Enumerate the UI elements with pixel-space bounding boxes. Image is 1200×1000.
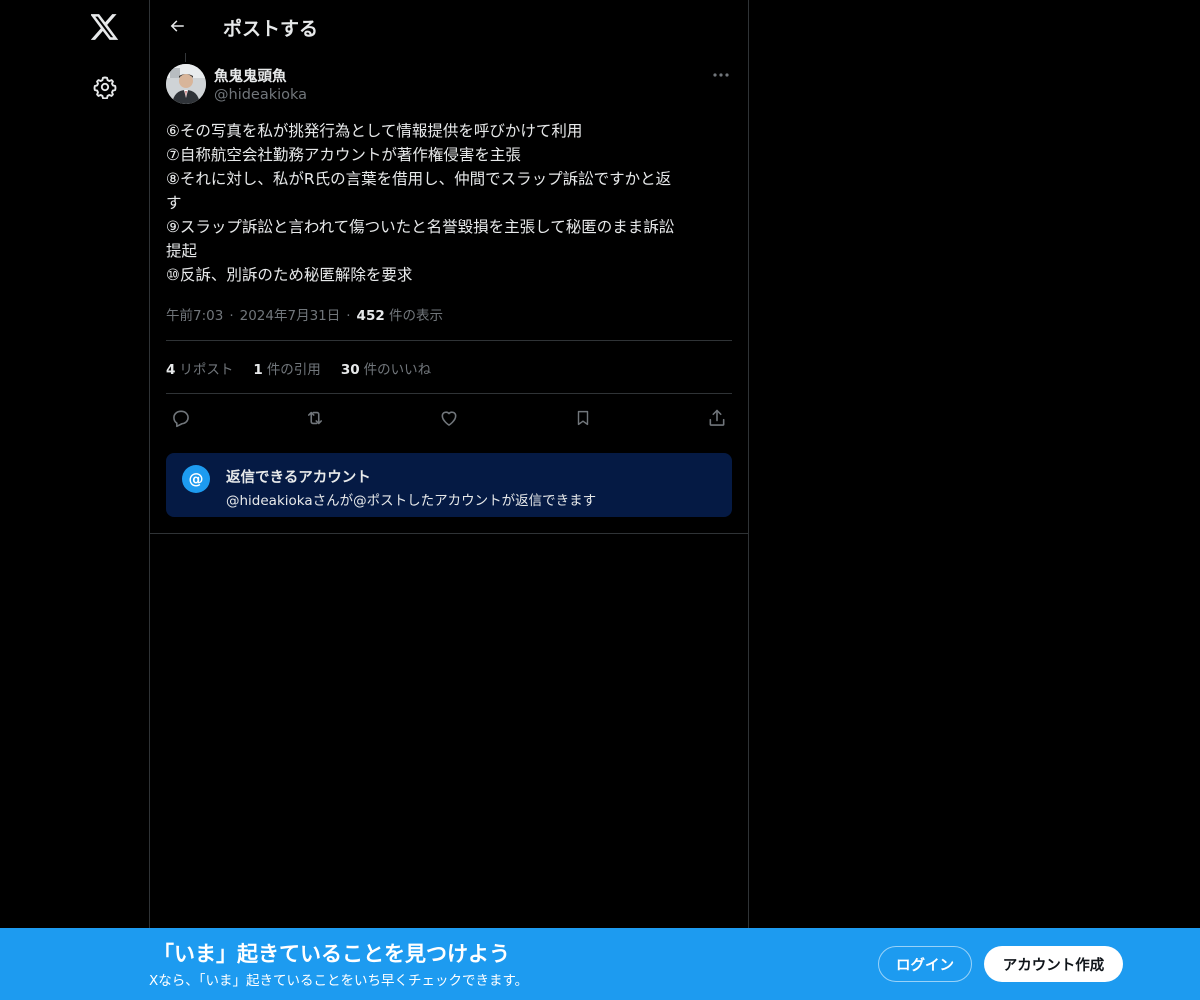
post-date[interactable]: 2024年7月31日 bbox=[240, 308, 341, 324]
quotes-stat[interactable]: 1 件の引用 bbox=[253, 358, 320, 378]
divider bbox=[166, 340, 732, 341]
bookmark-icon[interactable] bbox=[569, 404, 597, 432]
back-button[interactable] bbox=[160, 9, 194, 43]
banner-title: 「いま」起きていることを見つけよう bbox=[153, 942, 510, 966]
author-name[interactable]: 魚鬼鬼頭魚 bbox=[214, 65, 287, 86]
post-actions bbox=[166, 404, 732, 432]
divider bbox=[166, 393, 732, 394]
login-button[interactable]: ログイン bbox=[878, 946, 972, 982]
quotes-count: 1 bbox=[253, 362, 263, 378]
post-text-line: ⑧それに対し、私がR氏の言葉を借用し、仲間でスラップ訴訟ですかと返 bbox=[166, 170, 672, 188]
post-text-line: 提起 bbox=[166, 242, 198, 260]
create-account-button[interactable]: アカウント作成 bbox=[984, 946, 1123, 982]
signup-banner: 「いま」起きていることを見つけよう Xなら、「いま」起きていることをいち早くチェ… bbox=[0, 928, 1200, 1000]
post-text-line: ⑦自称航空会社勤務アカウントが著作権侵害を主張 bbox=[166, 146, 521, 164]
reposts-stat[interactable]: 4 リポスト bbox=[166, 358, 233, 378]
views-label: 件の表示 bbox=[389, 308, 444, 324]
share-icon[interactable] bbox=[703, 404, 731, 432]
page-title: ポストする bbox=[223, 18, 319, 40]
reply-icon[interactable] bbox=[167, 404, 195, 432]
gear-icon[interactable] bbox=[82, 64, 128, 110]
like-icon[interactable] bbox=[435, 404, 463, 432]
post-text-line: ⑨スラップ訴訟と言われて傷ついたと名誉毀損を主張して秘匿のまま訴訟 bbox=[166, 218, 675, 236]
quotes-label: 件の引用 bbox=[266, 362, 321, 378]
x-logo-icon[interactable] bbox=[82, 4, 128, 50]
post-text-line: ⑩反訴、別訴のため秘匿解除を要求 bbox=[166, 266, 413, 284]
post-author: 魚鬼鬼頭魚 @hideakioka bbox=[166, 64, 732, 108]
reposts-label: リポスト bbox=[179, 362, 234, 378]
thread-connector bbox=[185, 53, 186, 62]
likes-stat[interactable]: 30 件のいいね bbox=[341, 358, 431, 378]
avatar[interactable] bbox=[166, 64, 206, 104]
reposts-count: 4 bbox=[166, 362, 176, 378]
left-navigation bbox=[0, 0, 150, 1000]
main-column: ポストする 魚鬼鬼頭魚 @hideakioka ⑥その写真を私が挑発行為として情… bbox=[149, 0, 749, 1000]
at-sign-icon: @ bbox=[182, 465, 210, 493]
banner-subtitle: Xなら、「いま」起きていることをいち早くチェックできます。 bbox=[149, 973, 529, 989]
arrow-left-icon bbox=[170, 20, 184, 32]
likes-label: 件のいいね bbox=[363, 362, 432, 378]
reply-restriction-description: @hideakiokaさんが@ポストしたアカウントが返信できます bbox=[226, 493, 597, 509]
views-count: 452 bbox=[356, 308, 385, 324]
post-time[interactable]: 午前7:03 bbox=[166, 308, 223, 324]
reply-restriction-title: 返信できるアカウント bbox=[226, 470, 371, 486]
divider bbox=[150, 533, 748, 534]
reply-restriction-notice: @ 返信できるアカウント @hideakiokaさんが@ポストしたアカウントが返… bbox=[166, 453, 732, 517]
post-stats: 4 リポスト 1 件の引用 30 件のいいね bbox=[166, 358, 451, 378]
page-header: ポストする bbox=[150, 0, 748, 53]
likes-count: 30 bbox=[340, 362, 360, 378]
more-dots-icon[interactable] bbox=[710, 64, 732, 86]
post-text-line: ⑥その写真を私が挑発行為として情報提供を呼びかけて利用 bbox=[166, 122, 583, 140]
separator-dot: · bbox=[229, 308, 234, 324]
post-text: ⑥その写真を私が挑発行為として情報提供を呼びかけて利用 ⑦自称航空会社勤務アカウ… bbox=[166, 119, 732, 287]
repost-icon[interactable] bbox=[301, 404, 329, 432]
separator-dot: · bbox=[346, 308, 351, 324]
post-meta: 午前7:03 · 2024年7月31日 · 452 件の表示 bbox=[166, 304, 732, 324]
post-text-line: す bbox=[166, 194, 182, 212]
author-handle[interactable]: @hideakioka bbox=[214, 87, 307, 103]
